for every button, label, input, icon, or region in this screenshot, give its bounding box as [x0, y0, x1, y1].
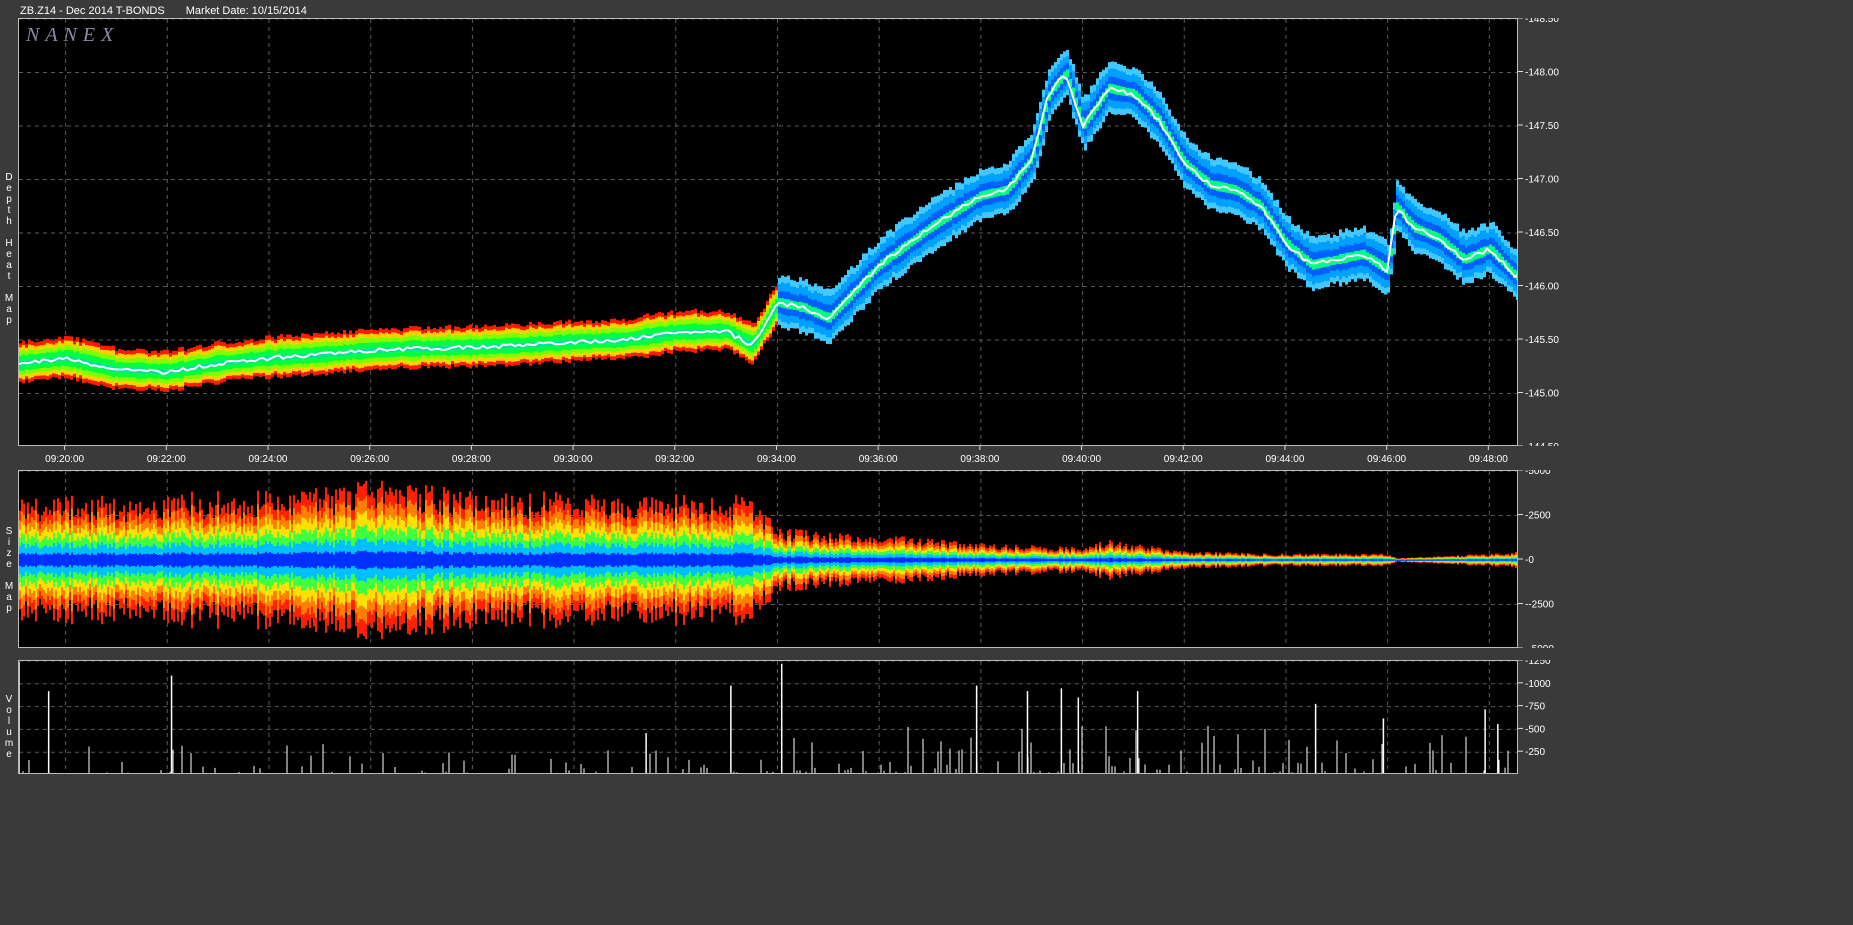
- nanex-logo: NANEX: [26, 24, 120, 46]
- depth-heat-band: [19, 49, 1517, 392]
- chart-header: ZB.Z14 - Dec 2014 T-BONDS Market Date: 1…: [20, 5, 325, 17]
- depth-heatmap-panel: [18, 18, 1518, 446]
- y-tick-label: -148.50: [1525, 18, 1559, 25]
- x-tick-label: 09:32:00: [655, 454, 694, 465]
- x-tick-label: 09:46:00: [1367, 454, 1406, 465]
- y-tick-label: -250: [1525, 747, 1545, 758]
- time-x-axis: 09:20:00 09:22:00 09:24:00 09:26:00 09:28:00…: [45, 446, 1508, 465]
- x-tick-label: 09:30:00: [554, 454, 593, 465]
- y-tick-label: -145.50: [1525, 335, 1559, 346]
- y-tick-label: -145.00: [1525, 389, 1559, 400]
- y-tick-label: -2500: [1525, 511, 1551, 522]
- y-tick-label: -750: [1525, 702, 1545, 713]
- y-tick-label: -147.50: [1525, 121, 1559, 132]
- y-tick-label: -5000: [1525, 470, 1551, 477]
- y-tick-label: -0: [1525, 555, 1534, 566]
- x-tick-label: 09:42:00: [1164, 454, 1203, 465]
- x-tick-label: 09:24:00: [249, 454, 288, 465]
- volume-chart: [19, 661, 1517, 773]
- y-tick-label: -1250: [1525, 660, 1551, 667]
- x-tick-label: 09:22:00: [147, 454, 186, 465]
- depth-y-axis: -148.50 -148.00 -147.50 -147.00 -146.50 -146.…: [1518, 18, 1559, 446]
- y-tick-label: -1000: [1525, 679, 1551, 690]
- depth-heatmap-chart: [19, 19, 1517, 445]
- symbol-title: ZB.Z14 - Dec 2014 T-BONDS: [20, 5, 165, 17]
- depth-panel-label: D e p t h H e a t M a p: [4, 172, 14, 326]
- x-tick-label: 09:44:00: [1265, 454, 1304, 465]
- y-tick-label: -146.50: [1525, 228, 1559, 239]
- y-tick-label: -146.00: [1525, 282, 1559, 293]
- size-y-axis: -5000 -2500 -0 --2500 --5000: [1518, 470, 1554, 648]
- x-tick-label: 09:26:00: [350, 454, 389, 465]
- x-tick-label: 09:38:00: [960, 454, 999, 465]
- y-tick-label: -148.00: [1525, 68, 1559, 79]
- x-tick-label: 09:48:00: [1469, 454, 1508, 465]
- volume-panel: [18, 660, 1518, 774]
- x-tick-label: 09:36:00: [859, 454, 898, 465]
- y-tick-label: --5000: [1525, 644, 1554, 648]
- y-tick-label: --2500: [1525, 600, 1554, 611]
- size-map-panel: [18, 470, 1518, 648]
- volume-y-axis: -1250 -1000 -750 -500 -250: [1518, 660, 1551, 758]
- y-tick-label: -144.50: [1525, 442, 1559, 446]
- size-panel-label: S i z e M a p: [4, 526, 14, 614]
- size-map-band: [19, 480, 1517, 640]
- x-tick-label: 09:40:00: [1062, 454, 1101, 465]
- volume-panel-label: V o l u m e: [4, 694, 14, 760]
- y-tick-label: -500: [1525, 724, 1545, 735]
- x-tick-label: 09:34:00: [757, 454, 796, 465]
- y-tick-label: -147.00: [1525, 175, 1559, 186]
- size-map-chart: [19, 471, 1517, 647]
- x-tick-label: 09:28:00: [452, 454, 491, 465]
- x-tick-label: 09:20:00: [45, 454, 84, 465]
- volume-bars: [19, 661, 1509, 773]
- market-date: Market Date: 10/15/2014: [185, 5, 307, 17]
